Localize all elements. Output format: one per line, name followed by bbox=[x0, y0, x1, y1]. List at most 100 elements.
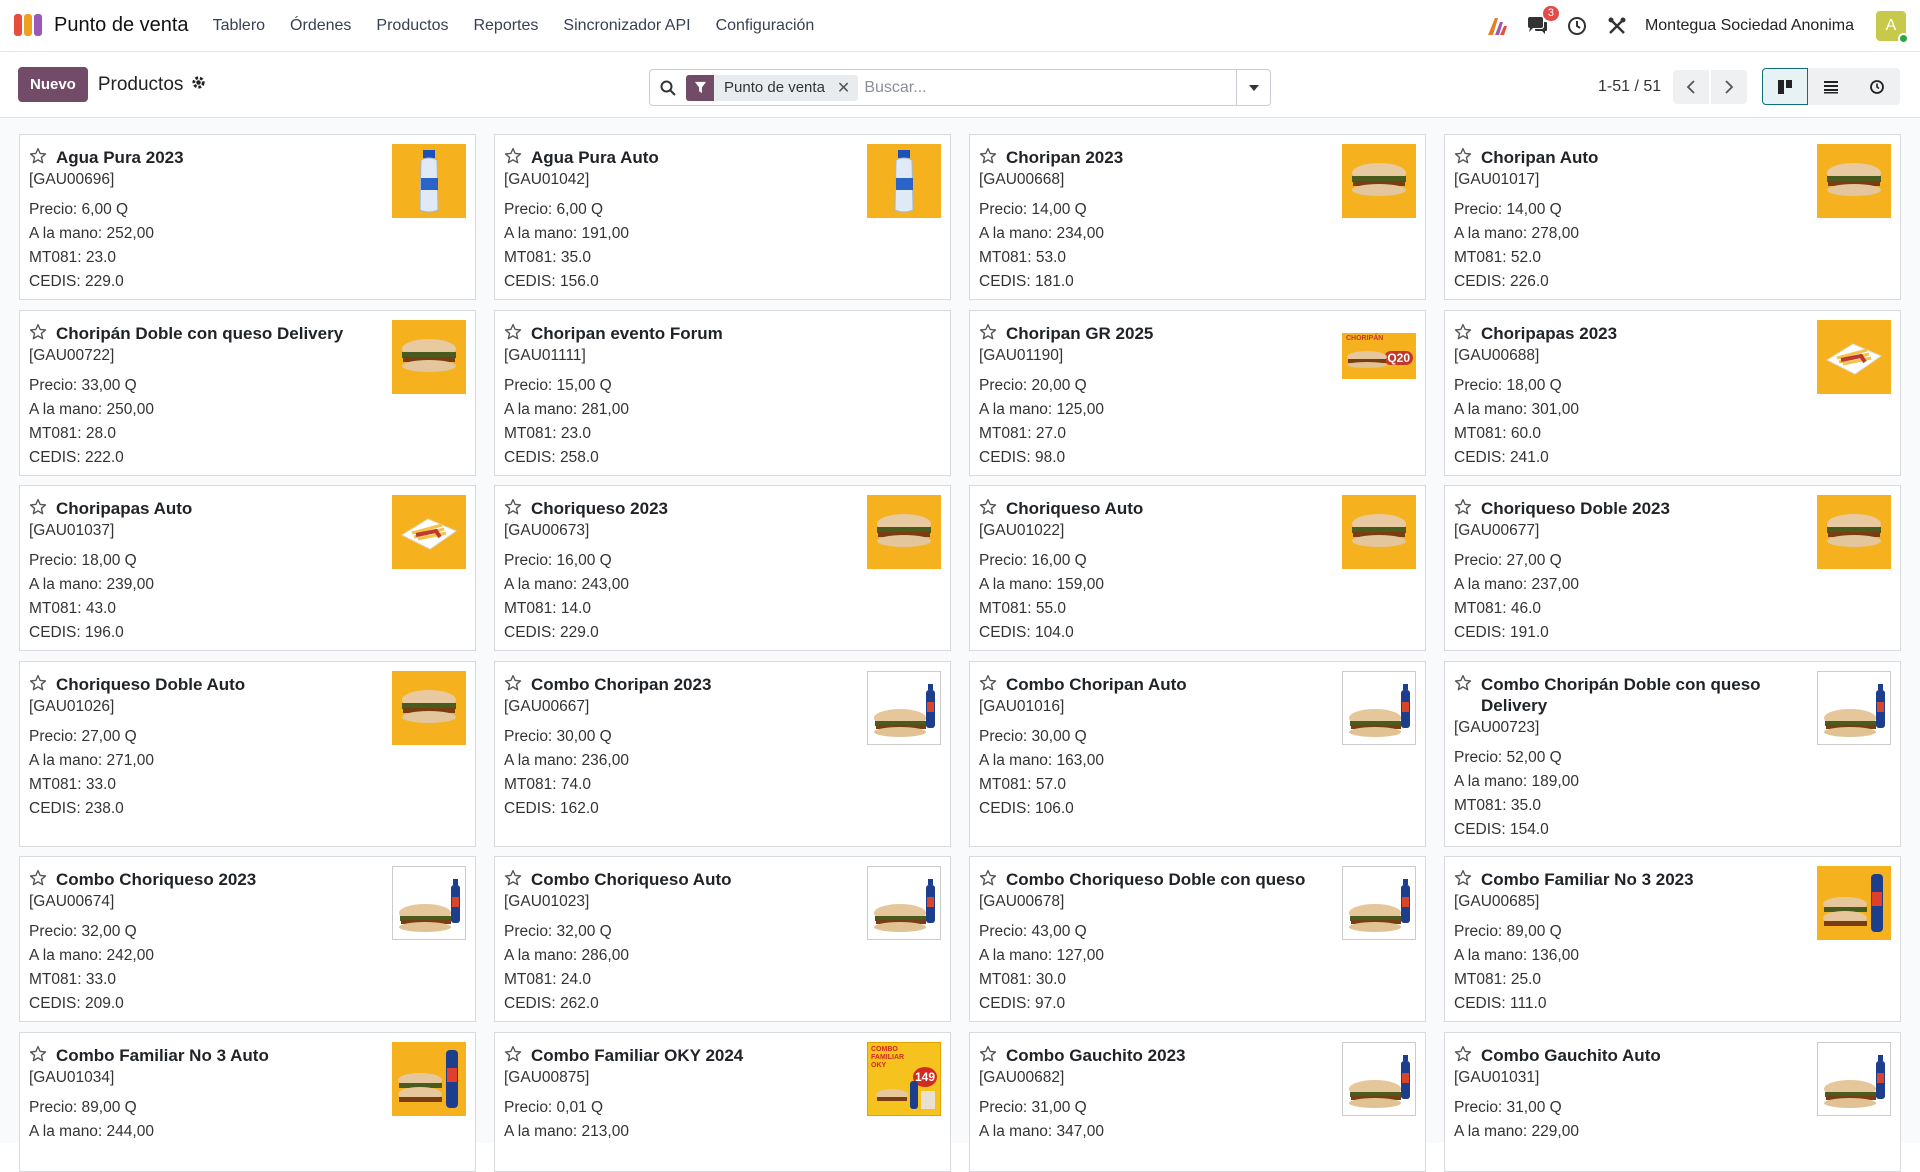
pager-previous-button[interactable] bbox=[1673, 70, 1710, 104]
product-card[interactable]: Choripan GR 2025 [GAU01190] Precio: 20,00 … bbox=[969, 310, 1426, 476]
remove-facet-icon[interactable]: ✕ bbox=[835, 78, 858, 98]
product-name: Combo Choriqueso Doble con queso bbox=[1006, 870, 1306, 889]
product-on-hand: A la mano: 229,00 bbox=[1454, 1123, 1579, 1140]
product-on-hand: A la mano: 271,00 bbox=[29, 752, 154, 769]
control-panel: Nuevo Productos Punto de venta ✕ 1-51 / … bbox=[0, 52, 1920, 118]
favorite-star-icon[interactable] bbox=[979, 674, 997, 692]
search-options-toggle[interactable] bbox=[1236, 70, 1270, 105]
product-code: [GAU01017] bbox=[1454, 171, 1540, 188]
favorite-star-icon[interactable] bbox=[29, 869, 47, 887]
favorite-star-icon[interactable] bbox=[29, 674, 47, 692]
menu-item-tablero[interactable]: Tablero bbox=[213, 17, 265, 35]
pager-value[interactable]: 1-51 / 51 bbox=[1598, 78, 1661, 96]
product-price: Precio: 89,00 Q bbox=[29, 1099, 137, 1116]
favorite-star-icon[interactable] bbox=[504, 147, 522, 165]
app-title[interactable]: Punto de venta bbox=[54, 14, 189, 37]
product-card[interactable]: Combo Choriqueso Auto [GAU01023] Precio: 3… bbox=[494, 856, 951, 1022]
product-card[interactable]: Combo Familiar No 3 Auto [GAU01034] Precio… bbox=[19, 1032, 476, 1172]
favorite-star-icon[interactable] bbox=[29, 147, 47, 165]
product-price: Precio: 33,00 Q bbox=[29, 377, 137, 394]
product-card[interactable]: Combo Familiar OKY 2024 [GAU00875] Precio:… bbox=[494, 1032, 951, 1172]
product-stock-mt081: MT081: 23.0 bbox=[504, 425, 592, 442]
favorite-star-icon[interactable] bbox=[504, 323, 522, 341]
company-switcher[interactable]: Montegua Sociedad Anonima bbox=[1645, 17, 1854, 35]
menu-item-productos[interactable]: Productos bbox=[376, 17, 448, 35]
menu-item-reportes[interactable]: Reportes bbox=[473, 17, 538, 35]
menu-item-ordenes[interactable]: Órdenes bbox=[290, 17, 351, 35]
messages-count-badge: 3 bbox=[1542, 5, 1559, 21]
product-stock-cedis: CEDIS: 154.0 bbox=[1454, 821, 1549, 838]
gear-icon[interactable] bbox=[191, 74, 206, 96]
product-name: Combo Choripán Doble con queso Delivery bbox=[1481, 675, 1761, 715]
messages-icon[interactable]: 3 bbox=[1525, 5, 1559, 38]
product-stock-mt081: MT081: 35.0 bbox=[504, 249, 592, 266]
ai-icon[interactable] bbox=[1485, 14, 1509, 38]
product-card[interactable]: Choripán Doble con queso Delivery [GAU007… bbox=[19, 310, 476, 476]
tools-icon[interactable] bbox=[1605, 14, 1629, 38]
favorite-star-icon[interactable] bbox=[979, 498, 997, 516]
favorite-star-icon[interactable] bbox=[504, 1045, 522, 1063]
favorite-star-icon[interactable] bbox=[979, 869, 997, 887]
product-card[interactable]: Combo Gauchito Auto [GAU01031] Precio: 31,… bbox=[1444, 1032, 1901, 1172]
product-stock-mt081: MT081: 57.0 bbox=[979, 776, 1067, 793]
product-image bbox=[392, 320, 466, 394]
favorite-star-icon[interactable] bbox=[979, 323, 997, 341]
product-card[interactable]: Agua Pura Auto [GAU01042] Precio: 6,00 Q A … bbox=[494, 134, 951, 300]
activity-clock-icon[interactable] bbox=[1565, 14, 1589, 38]
product-stock-cedis: CEDIS: 229.0 bbox=[29, 273, 124, 290]
product-card[interactable]: Combo Choripan 2023 [GAU00667] Precio: 30,… bbox=[494, 661, 951, 847]
favorite-star-icon[interactable] bbox=[1454, 147, 1472, 165]
product-card[interactable]: Combo Choriqueso 2023 [GAU00674] Precio: 3… bbox=[19, 856, 476, 1022]
product-code: [GAU01034] bbox=[29, 1069, 115, 1086]
product-on-hand: A la mano: 252,00 bbox=[29, 225, 154, 242]
product-image bbox=[1817, 495, 1891, 569]
favorite-star-icon[interactable] bbox=[504, 498, 522, 516]
product-card[interactable]: Choripan 2023 [GAU00668] Precio: 14,00 Q A … bbox=[969, 134, 1426, 300]
kanban-view-button[interactable] bbox=[1762, 68, 1808, 105]
product-card[interactable]: Choriqueso Doble 2023 [GAU00677] Precio: 2… bbox=[1444, 485, 1901, 651]
product-card[interactable]: Choripan Auto [GAU01017] Precio: 14,00 Q A … bbox=[1444, 134, 1901, 300]
pager-next-button[interactable] bbox=[1711, 70, 1748, 104]
product-card[interactable]: Choripapas 2023 [GAU00688] Precio: 18,00 Q… bbox=[1444, 310, 1901, 476]
product-card[interactable]: Choripapas Auto [GAU01037] Precio: 18,00 Q… bbox=[19, 485, 476, 651]
product-details: [GAU01017] Precio: 14,00 Q A la mano: 278,… bbox=[1454, 168, 1579, 294]
search-input[interactable] bbox=[864, 78, 1236, 97]
product-card[interactable]: Combo Choriqueso Doble con queso [GAU0067… bbox=[969, 856, 1426, 1022]
favorite-star-icon[interactable] bbox=[29, 498, 47, 516]
menu-item-configuracion[interactable]: Configuración bbox=[716, 17, 815, 35]
favorite-star-icon[interactable] bbox=[979, 1045, 997, 1063]
product-details: [GAU01031] Precio: 31,00 Q A la mano: 229,… bbox=[1454, 1066, 1579, 1144]
product-stock-mt081: MT081: 28.0 bbox=[29, 425, 117, 442]
list-view-button[interactable] bbox=[1808, 68, 1854, 105]
product-card[interactable]: Choriqueso Auto [GAU01022] Precio: 16,00 Q… bbox=[969, 485, 1426, 651]
kanban-board: Agua Pura 2023 [GAU00696] Precio: 6,00 Q A … bbox=[0, 118, 1920, 1172]
favorite-star-icon[interactable] bbox=[1454, 1045, 1472, 1063]
favorite-star-icon[interactable] bbox=[979, 147, 997, 165]
product-card[interactable]: Choripan evento Forum [GAU01111] Precio: 1… bbox=[494, 310, 951, 476]
product-name: Agua Pura Auto bbox=[531, 148, 659, 167]
product-card[interactable]: Combo Choripan Auto [GAU01016] Precio: 30,… bbox=[969, 661, 1426, 847]
product-card[interactable]: Combo Choripán Doble con queso Delivery[… bbox=[1444, 661, 1901, 847]
product-details: [GAU01037] Precio: 18,00 Q A la mano: 239,… bbox=[29, 519, 154, 645]
favorite-star-icon[interactable] bbox=[1454, 498, 1472, 516]
product-price: Precio: 0,01 Q bbox=[504, 1099, 604, 1116]
favorite-star-icon[interactable] bbox=[1454, 869, 1472, 887]
favorite-star-icon[interactable] bbox=[29, 323, 47, 341]
favorite-star-icon[interactable] bbox=[504, 674, 522, 692]
favorite-star-icon[interactable] bbox=[504, 869, 522, 887]
user-avatar[interactable]: A bbox=[1876, 10, 1909, 44]
menu-item-sincronizador[interactable]: Sincronizador API bbox=[563, 17, 690, 35]
product-card[interactable]: Combo Familiar No 3 2023 [GAU00685] Precio… bbox=[1444, 856, 1901, 1022]
favorite-star-icon[interactable] bbox=[29, 1045, 47, 1063]
favorite-star-icon[interactable] bbox=[1454, 323, 1472, 341]
product-card[interactable]: Choriqueso 2023 [GAU00673] Precio: 16,00 Q… bbox=[494, 485, 951, 651]
product-price: Precio: 18,00 Q bbox=[29, 552, 137, 569]
product-card[interactable]: Choriqueso Doble Auto [GAU01026] Precio: 2… bbox=[19, 661, 476, 847]
search-icon[interactable] bbox=[650, 80, 686, 96]
product-card[interactable]: Combo Gauchito 2023 [GAU00682] Precio: 31,… bbox=[969, 1032, 1426, 1172]
apps-menu-icon[interactable] bbox=[14, 13, 44, 38]
favorite-star-icon[interactable] bbox=[1454, 674, 1472, 692]
new-button[interactable]: Nuevo bbox=[18, 67, 88, 102]
product-card[interactable]: Agua Pura 2023 [GAU00696] Precio: 6,00 Q A … bbox=[19, 134, 476, 300]
activity-view-button[interactable] bbox=[1854, 68, 1900, 105]
